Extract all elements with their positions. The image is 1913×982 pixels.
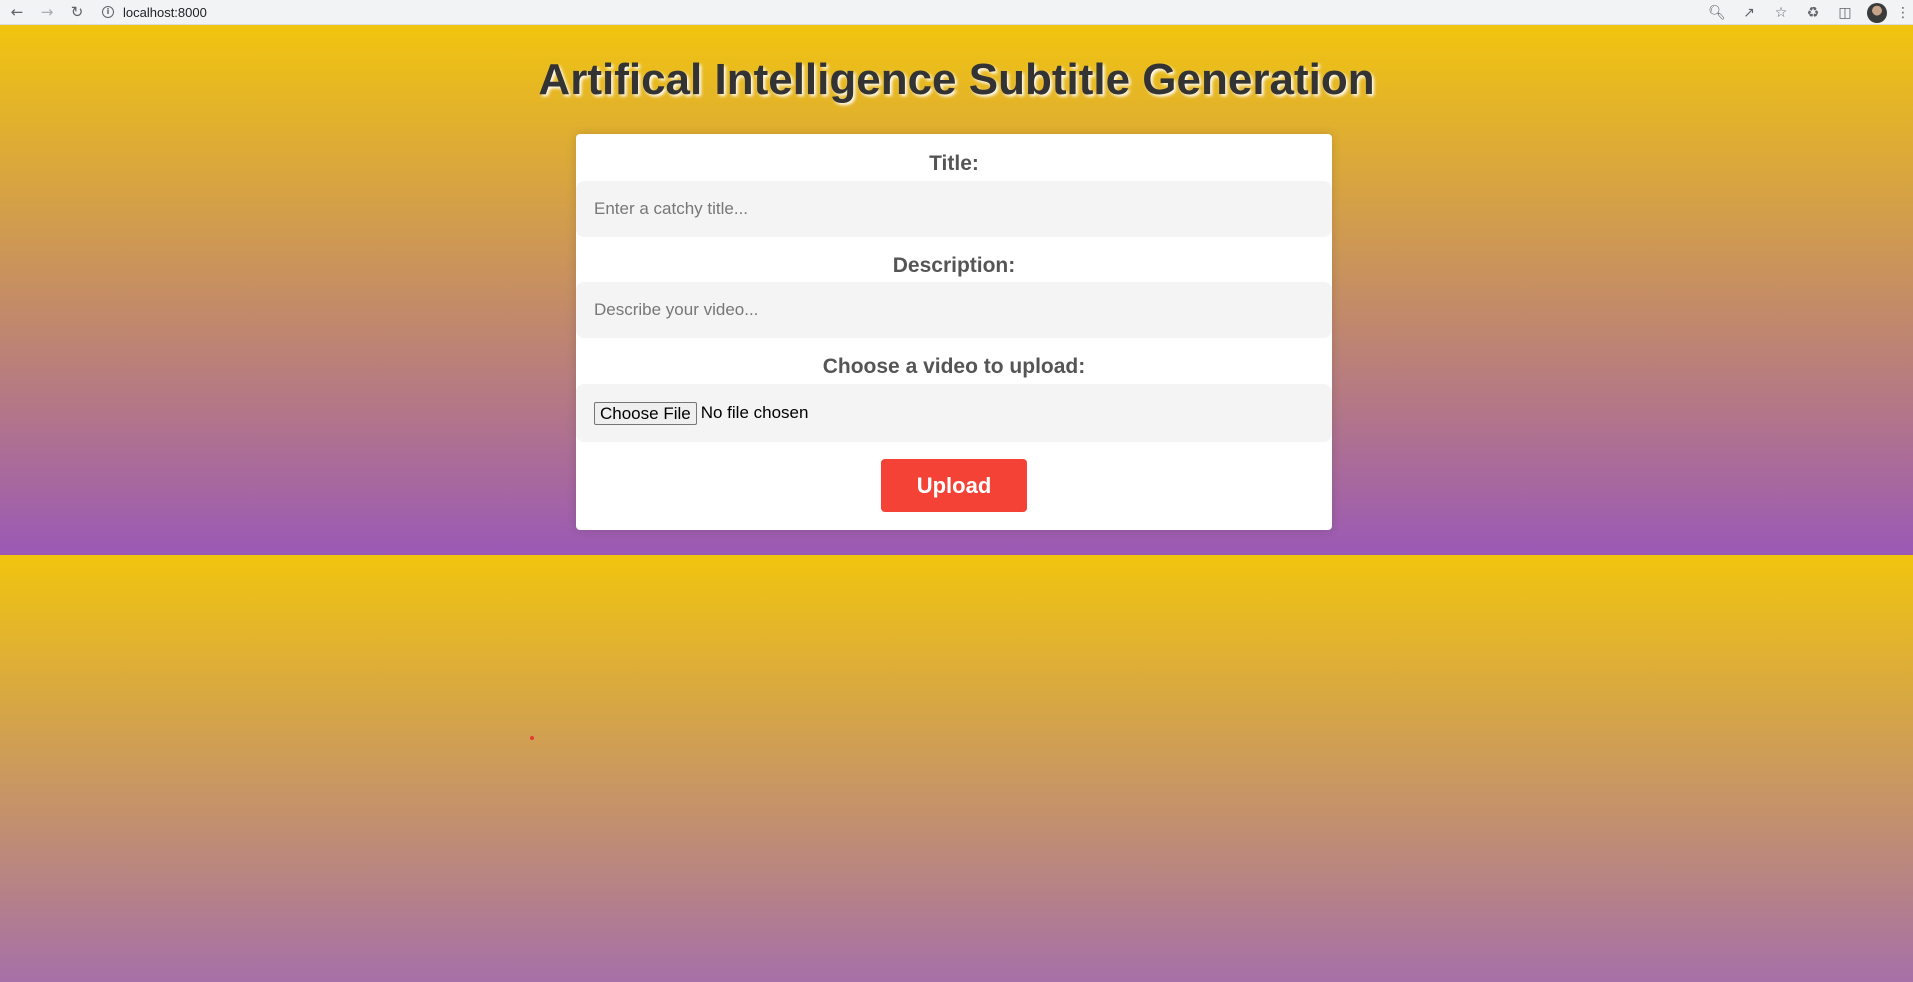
page-background-lower bbox=[0, 555, 1913, 982]
back-arrow-icon[interactable]: ← bbox=[2, 0, 32, 25]
reload-icon[interactable]: ↻ bbox=[62, 0, 92, 25]
bookmark-star-icon[interactable]: ☆ bbox=[1765, 0, 1797, 25]
choose-file-button[interactable]: Choose File bbox=[594, 401, 697, 425]
address-bar[interactable]: i localhost:8000 bbox=[102, 0, 207, 25]
file-input-wrapper: Choose File No file chosen bbox=[576, 384, 1332, 442]
extensions-puzzle-icon[interactable]: ♻ bbox=[1797, 0, 1829, 25]
video-upload-label: Choose a video to upload: bbox=[822, 355, 1086, 378]
side-panel-icon[interactable]: ◫ bbox=[1829, 0, 1861, 25]
page-title: Artifical Intelligence Subtitle Generati… bbox=[538, 55, 1375, 104]
forward-arrow-icon[interactable]: → bbox=[32, 0, 62, 25]
url-text[interactable]: localhost:8000 bbox=[123, 5, 207, 20]
zoom-icon[interactable]: 🔍︎ bbox=[1701, 0, 1733, 25]
upload-button[interactable]: Upload bbox=[881, 459, 1027, 512]
title-input[interactable] bbox=[576, 181, 1332, 237]
site-info-icon[interactable]: i bbox=[102, 6, 114, 18]
more-menu-icon[interactable]: ⋮ bbox=[1893, 0, 1913, 25]
title-label: Title: bbox=[929, 152, 979, 175]
description-label: Description: bbox=[892, 254, 1016, 277]
profile-avatar[interactable] bbox=[1867, 2, 1887, 23]
upload-form: Title: Description: Choose a video to up… bbox=[576, 134, 1332, 530]
share-icon[interactable]: ↗ bbox=[1733, 0, 1765, 25]
file-status-text: No file chosen bbox=[700, 403, 809, 422]
cursor-dot bbox=[530, 736, 534, 740]
browser-toolbar: ← → ↻ i localhost:8000 🔍︎ ↗ ☆ ♻ ◫ ⋮ bbox=[0, 0, 1913, 25]
description-field-wrapper bbox=[576, 282, 1332, 338]
title-field-wrapper bbox=[576, 181, 1332, 237]
description-input[interactable] bbox=[576, 282, 1332, 338]
